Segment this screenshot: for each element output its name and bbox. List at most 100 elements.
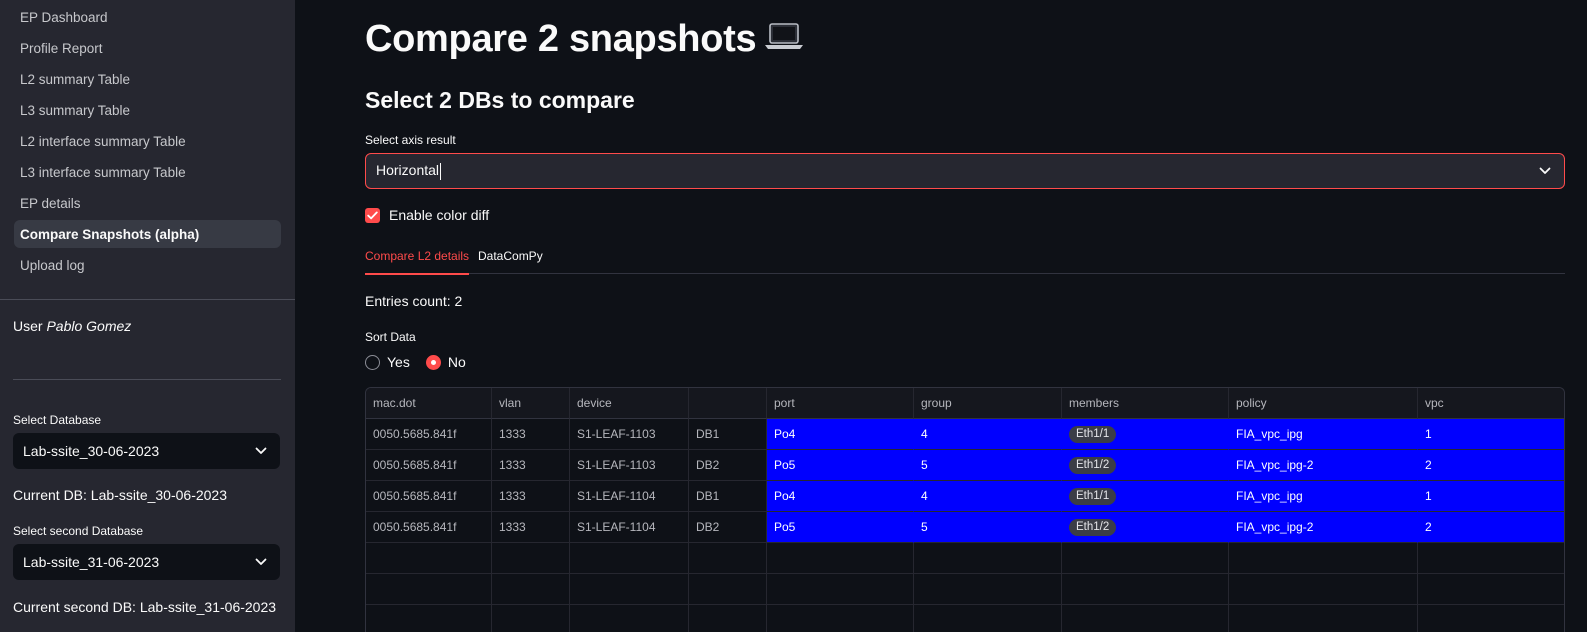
select-second-database-dropdown[interactable]: Lab-ssite_31-06-2023 (13, 544, 280, 580)
empty-table-cell (914, 543, 1062, 574)
table-cell[interactable]: S1-LEAF-1104 (570, 512, 689, 543)
sidebar-item-ep-details[interactable]: EP details (14, 189, 281, 217)
sidebar-item-compare-snapshots[interactable]: Compare Snapshots (alpha) (14, 220, 281, 248)
table-cell[interactable]: 1333 (492, 512, 570, 543)
sidebar-item-l2-interface-summary-table[interactable]: L2 interface summary Table (14, 127, 281, 155)
table-cell[interactable]: 1 (1418, 419, 1564, 450)
empty-table-cell (1229, 574, 1418, 605)
table-cell[interactable]: DB2 (689, 512, 767, 543)
table-cell[interactable]: FIA_vpc_ipg-2 (1229, 512, 1418, 543)
select-database-dropdown[interactable]: Lab-ssite_30-06-2023 (13, 433, 280, 469)
comparison-table[interactable]: mac.dot vlan device port group members policy v… (365, 387, 1565, 632)
empty-table-cell (366, 543, 492, 574)
empty-table-cell (1062, 605, 1229, 632)
empty-table-cell (767, 605, 914, 632)
table-cell[interactable]: S1-LEAF-1103 (570, 450, 689, 481)
table-cell[interactable]: 1333 (492, 419, 570, 450)
column-header[interactable]: members (1062, 388, 1229, 419)
axis-select-value-wrap: Horizontal (376, 162, 442, 180)
table-cell[interactable]: 0050.5685.841f (366, 512, 492, 543)
color-diff-checkbox[interactable] (365, 207, 380, 223)
table-cell[interactable]: 5 (914, 450, 1062, 481)
tab-datacompy[interactable]: DataComPy (478, 249, 543, 263)
table-cell[interactable]: FIA_vpc_ipg (1229, 419, 1418, 450)
table-cell[interactable]: Eth1/2 (1062, 512, 1229, 543)
section-subtitle: Select 2 DBs to compare (365, 87, 635, 113)
table-row[interactable]: 0050.5685.841f 1333 S1-LEAF-1104 DB2 Po5 5 Eth… (366, 512, 1564, 543)
empty-table-cell (1062, 543, 1229, 574)
empty-table-cell (1062, 574, 1229, 605)
table-cell[interactable]: DB1 (689, 481, 767, 512)
table-cell[interactable]: 5 (914, 512, 1062, 543)
column-header[interactable]: vlan (492, 388, 570, 419)
sidebar-divider-secondary (13, 379, 281, 380)
table-cell[interactable]: 1333 (492, 450, 570, 481)
axis-select-dropdown[interactable]: Horizontal (365, 153, 1565, 189)
select-database-value: Lab-ssite_30-06-2023 (23, 443, 160, 459)
radio-yes[interactable] (365, 354, 380, 370)
empty-table-cell (570, 574, 689, 605)
empty-table-cell (689, 574, 767, 605)
user-line: User Pablo Gomez (13, 318, 131, 334)
chevron-down-icon (254, 444, 268, 458)
table-cell[interactable]: 1 (1418, 481, 1564, 512)
table-header-row: mac.dot vlan device port group members policy v… (366, 388, 1564, 419)
axis-select-value: Horizontal (376, 162, 440, 179)
table-cell[interactable]: 2 (1418, 512, 1564, 543)
column-header[interactable] (689, 388, 767, 419)
table-cell[interactable]: 4 (914, 419, 1062, 450)
table-cell[interactable]: 0050.5685.841f (366, 450, 492, 481)
column-header[interactable]: port (767, 388, 914, 419)
sidebar-item-upload-log[interactable]: Upload log (14, 251, 281, 279)
chevron-down-icon (1538, 164, 1552, 178)
column-header[interactable]: policy (1229, 388, 1418, 419)
table-cell[interactable]: S1-LEAF-1104 (570, 481, 689, 512)
empty-table-cell (914, 605, 1062, 632)
empty-table-row (366, 574, 1564, 605)
empty-table-cell (492, 605, 570, 632)
table-cell[interactable]: 0050.5685.841f (366, 419, 492, 450)
table-cell[interactable]: Po5 (767, 512, 914, 543)
column-header[interactable]: device (570, 388, 689, 419)
empty-table-cell (492, 574, 570, 605)
column-header[interactable]: vpc (1418, 388, 1564, 419)
empty-table-cell (689, 605, 767, 632)
table-cell[interactable]: 0050.5685.841f (366, 481, 492, 512)
table-cell[interactable]: 1333 (492, 481, 570, 512)
member-tag: Eth1/2 (1069, 456, 1117, 474)
sort-option-yes[interactable]: Yes (365, 354, 410, 370)
table-cell[interactable]: DB2 (689, 450, 767, 481)
select-second-database-value: Lab-ssite_31-06-2023 (23, 554, 160, 570)
tab-compare-l2-details[interactable]: Compare L2 details (365, 249, 470, 275)
table-cell[interactable]: Po5 (767, 450, 914, 481)
column-header[interactable]: mac.dot (366, 388, 492, 419)
table-cell[interactable]: Eth1/2 (1062, 450, 1229, 481)
color-diff-option[interactable]: Enable color diff (365, 207, 489, 223)
table-cell[interactable]: Eth1/1 (1062, 481, 1229, 512)
table-cell[interactable]: FIA_vpc_ipg (1229, 481, 1418, 512)
sidebar-item-l3-summary-table[interactable]: L3 summary Table (14, 96, 281, 124)
table-cell[interactable]: DB1 (689, 419, 767, 450)
table-cell[interactable]: 4 (914, 481, 1062, 512)
column-header[interactable]: group (914, 388, 1062, 419)
table-cell[interactable]: S1-LEAF-1103 (570, 419, 689, 450)
table-cell[interactable]: Po4 (767, 481, 914, 512)
select-database-label: Select Database (13, 413, 102, 427)
table-cell[interactable]: Eth1/1 (1062, 419, 1229, 450)
table-row[interactable]: 0050.5685.841f 1333 S1-LEAF-1104 DB1 Po4 4 Eth… (366, 481, 1564, 512)
axis-select-label: Select axis result (365, 133, 456, 147)
sidebar-item-ep-dashboard[interactable]: EP Dashboard (14, 3, 281, 31)
radio-no[interactable] (425, 354, 441, 370)
table-row[interactable]: 0050.5685.841f 1333 S1-LEAF-1103 DB1 Po4 4 Eth… (366, 419, 1564, 450)
sidebar-item-l3-interface-summary-table[interactable]: L3 interface summary Table (14, 158, 281, 186)
table-cell[interactable]: 2 (1418, 450, 1564, 481)
tab-bar: Compare L2 details DataComPy (365, 241, 1565, 275)
sort-option-no[interactable]: No (425, 354, 466, 370)
table-cell[interactable]: FIA_vpc_ipg-2 (1229, 450, 1418, 481)
empty-table-row (366, 605, 1564, 632)
table-row[interactable]: 0050.5685.841f 1333 S1-LEAF-1103 DB2 Po5 5 Eth… (366, 450, 1564, 481)
sidebar-item-profile-report[interactable]: Profile Report (14, 34, 281, 62)
empty-table-cell (570, 605, 689, 632)
sidebar-item-l2-summary-table[interactable]: L2 summary Table (14, 65, 281, 93)
table-cell[interactable]: Po4 (767, 419, 914, 450)
